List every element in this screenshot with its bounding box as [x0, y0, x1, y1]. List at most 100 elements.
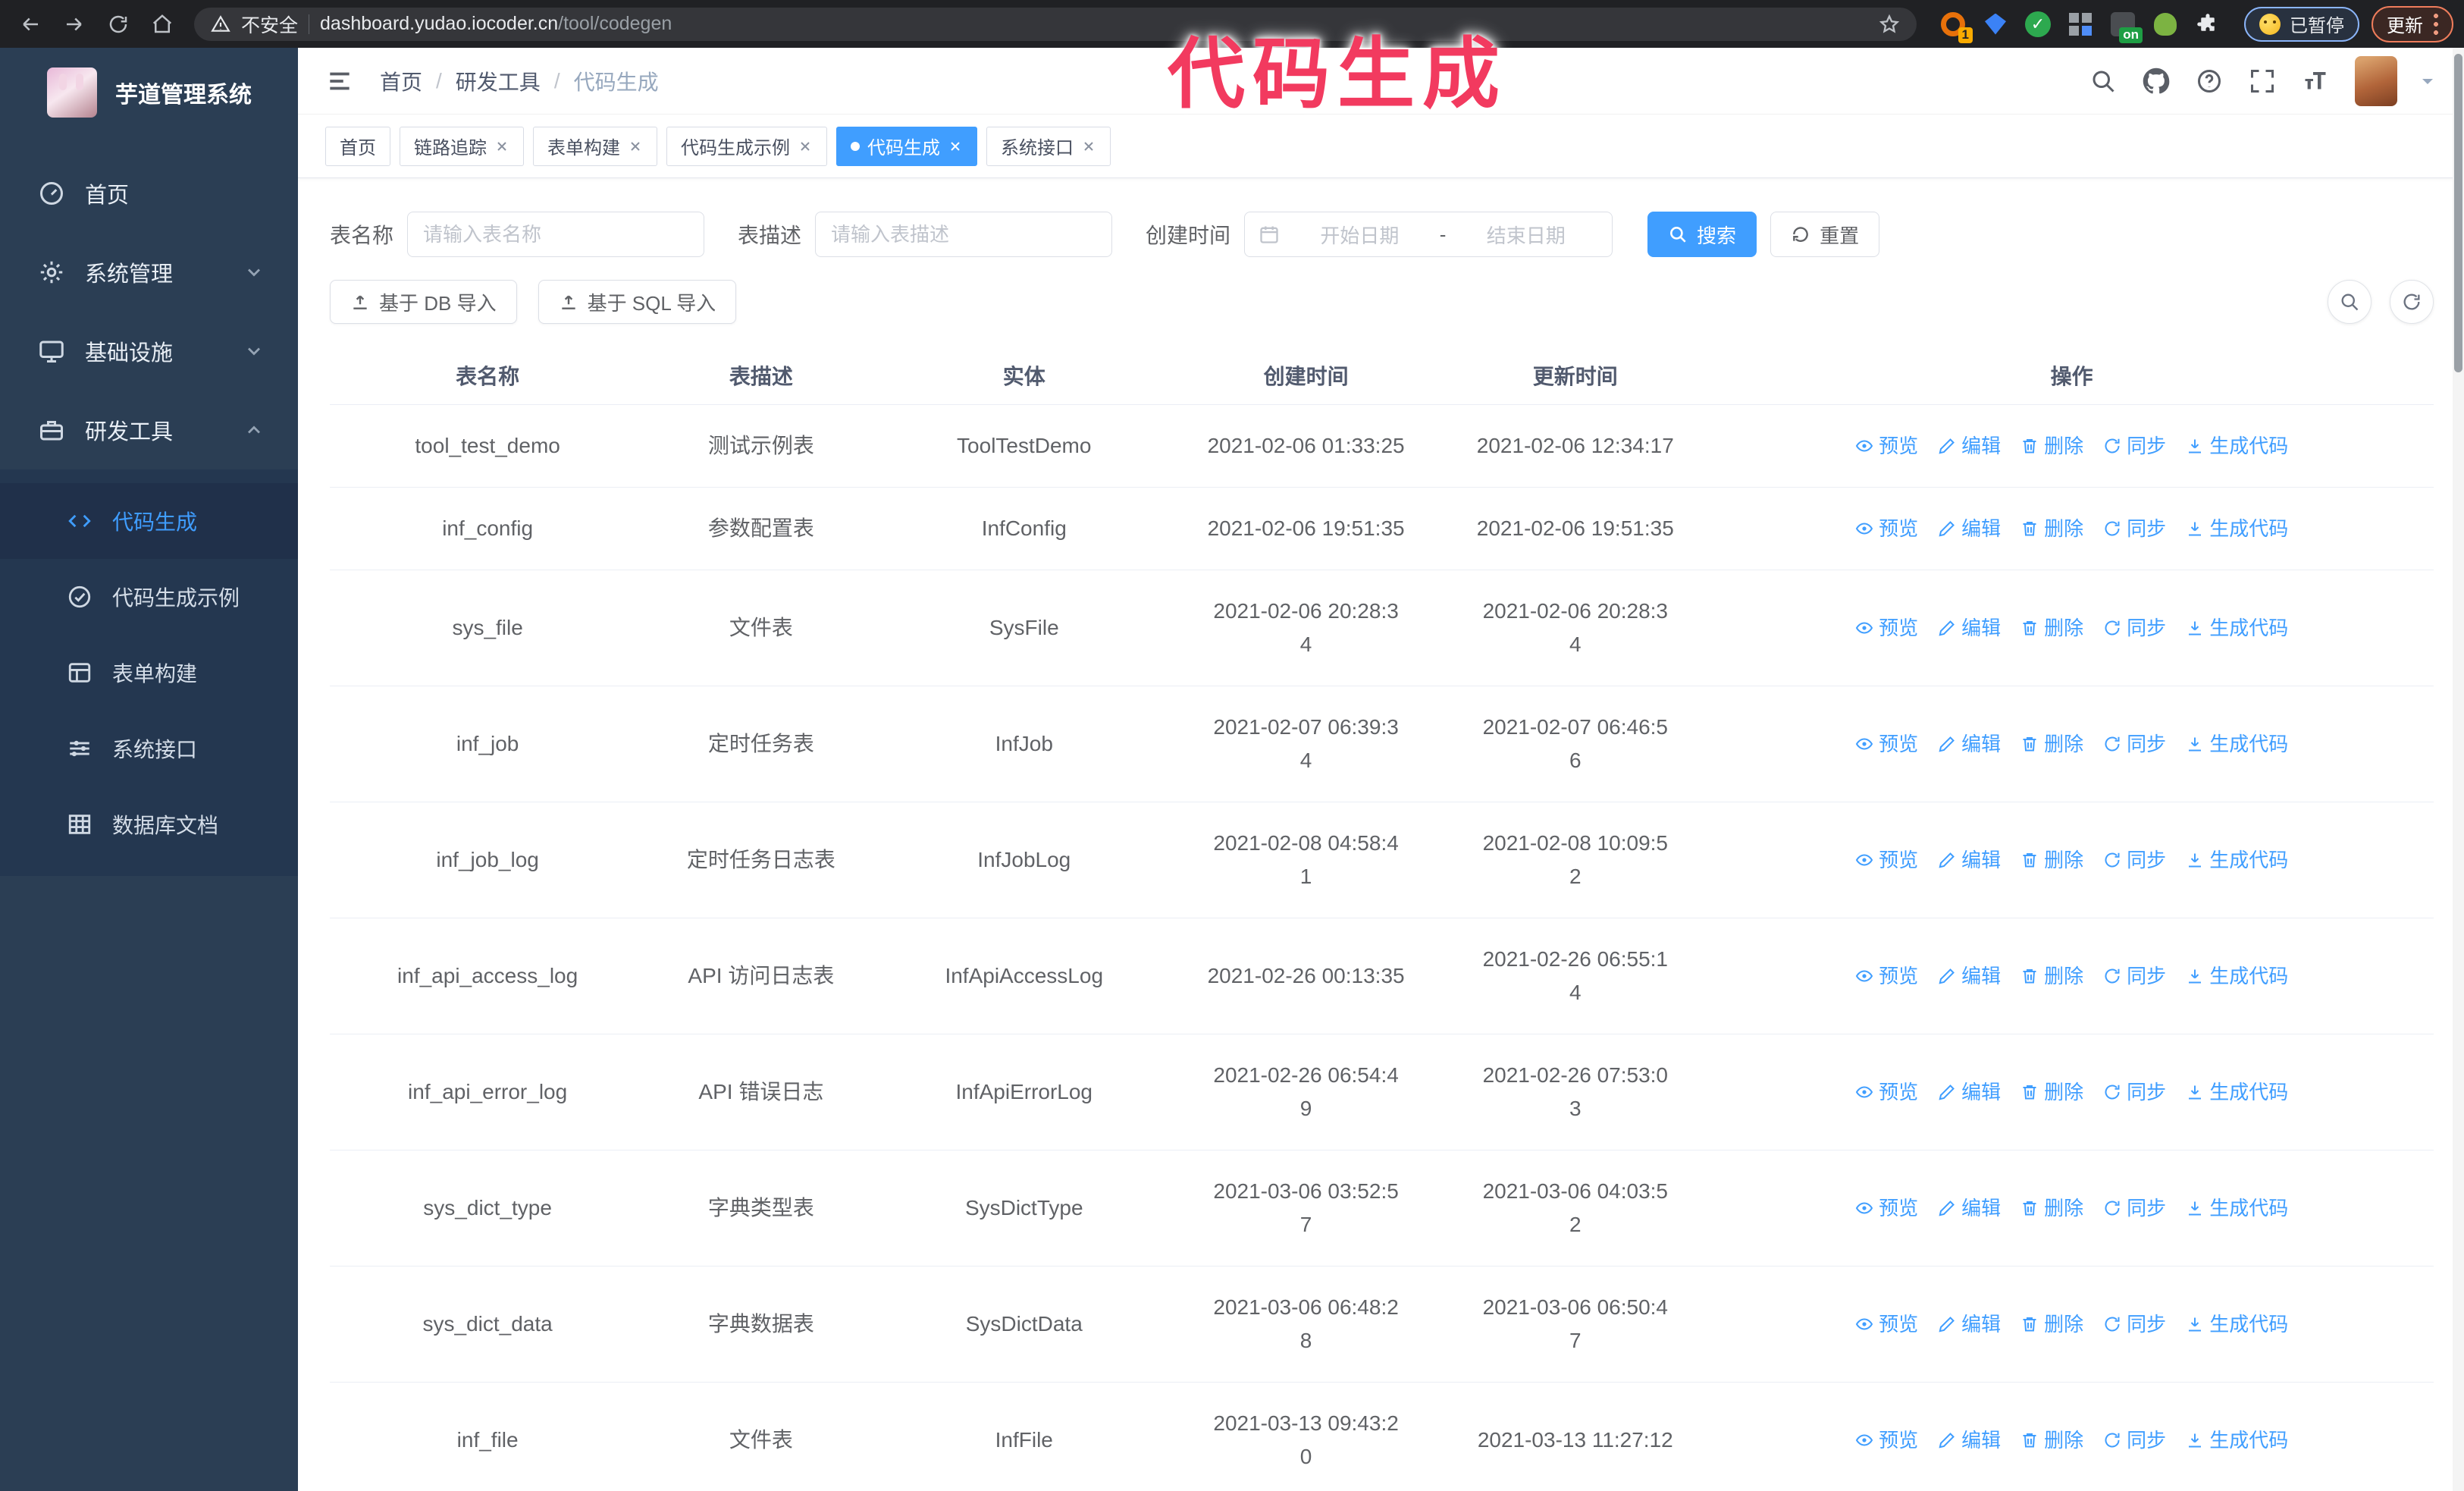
browser-profile-chip[interactable]: 已暂停 — [2244, 6, 2359, 42]
extension-dark-icon[interactable]: on — [2109, 11, 2143, 43]
action-sync[interactable]: 同步 — [2103, 959, 2166, 993]
tab-item[interactable]: 链路追踪 — [400, 126, 524, 166]
bookmark-star-icon[interactable] — [1879, 14, 1900, 35]
hamburger-icon[interactable] — [325, 67, 354, 96]
action-generate[interactable]: 生成代码 — [2186, 1191, 2288, 1225]
action-edit[interactable]: 编辑 — [1938, 429, 2001, 463]
action-sync[interactable]: 同步 — [2103, 1075, 2166, 1109]
close-icon[interactable] — [628, 139, 643, 154]
url-text[interactable]: dashboard.yudao.iocoder.cn/tool/codegen — [320, 13, 672, 35]
action-preview[interactable]: 预览 — [1855, 1424, 1918, 1457]
search-icon[interactable] — [2089, 67, 2117, 95]
action-generate[interactable]: 生成代码 — [2186, 727, 2288, 761]
import-sql-button[interactable]: 基于 SQL 导入 — [538, 280, 737, 324]
scrollbar-thumb[interactable] — [2454, 54, 2462, 372]
action-edit[interactable]: 编辑 — [1938, 512, 2001, 545]
action-preview[interactable]: 预览 — [1855, 429, 1918, 463]
extension-check-icon[interactable]: ✓ — [2024, 11, 2052, 38]
date-end-placeholder[interactable]: 结束日期 — [1453, 221, 1598, 249]
action-edit[interactable]: 编辑 — [1938, 727, 2001, 761]
action-delete[interactable]: 删除 — [2020, 727, 2083, 761]
date-range-picker[interactable]: 开始日期 - 结束日期 — [1244, 212, 1613, 257]
action-edit[interactable]: 编辑 — [1938, 611, 2001, 645]
avatar-caret-icon[interactable] — [2419, 72, 2437, 90]
action-delete[interactable]: 删除 — [2020, 512, 2083, 545]
action-sync[interactable]: 同步 — [2103, 512, 2166, 545]
github-icon[interactable] — [2143, 67, 2170, 95]
browser-back-button[interactable] — [11, 5, 50, 44]
action-preview[interactable]: 预览 — [1855, 512, 1918, 545]
sidebar-item-monitor[interactable]: 基础设施 — [0, 312, 298, 391]
table-name-input[interactable] — [407, 212, 705, 257]
page-scrollbar[interactable] — [2453, 48, 2464, 1491]
action-generate[interactable]: 生成代码 — [2186, 843, 2288, 877]
action-delete[interactable]: 删除 — [2020, 611, 2083, 645]
close-icon[interactable] — [494, 139, 509, 154]
font-size-icon[interactable] — [2302, 67, 2329, 95]
sidebar-subitem-code[interactable]: 代码生成 — [0, 483, 298, 559]
action-delete[interactable]: 删除 — [2020, 429, 2083, 463]
sidebar-subitem-sliders[interactable]: 系统接口 — [0, 711, 298, 786]
action-edit[interactable]: 编辑 — [1938, 959, 2001, 993]
action-sync[interactable]: 同步 — [2103, 1307, 2166, 1341]
address-bar[interactable]: 不安全 dashboard.yudao.iocoder.cn/tool/code… — [194, 7, 1917, 41]
refresh-table-button[interactable] — [2390, 280, 2434, 324]
security-label[interactable]: 不安全 — [241, 11, 298, 38]
action-sync[interactable]: 同步 — [2103, 1424, 2166, 1457]
close-icon[interactable] — [948, 139, 963, 154]
extension-android-icon[interactable] — [2152, 11, 2179, 38]
breadcrumb-item[interactable]: 研发工具 — [456, 66, 541, 96]
action-edit[interactable]: 编辑 — [1938, 843, 2001, 877]
close-icon[interactable] — [1081, 139, 1096, 154]
sidebar-subitem-db-table[interactable]: 数据库文档 — [0, 786, 298, 862]
action-preview[interactable]: 预览 — [1855, 959, 1918, 993]
action-generate[interactable]: 生成代码 — [2186, 1307, 2288, 1341]
tab-active[interactable]: 代码生成 — [836, 126, 977, 166]
date-start-placeholder[interactable]: 开始日期 — [1287, 221, 1432, 249]
sidebar-item-toolbox[interactable]: 研发工具 — [0, 391, 298, 469]
extension-grid-icon[interactable] — [2067, 11, 2094, 38]
tab-item[interactable]: 首页 — [325, 126, 390, 166]
search-button[interactable]: 搜索 — [1647, 212, 1757, 257]
action-sync[interactable]: 同步 — [2103, 611, 2166, 645]
tab-item[interactable]: 代码生成示例 — [666, 126, 827, 166]
import-db-button[interactable]: 基于 DB 导入 — [330, 280, 517, 324]
tab-item[interactable]: 系统接口 — [986, 126, 1111, 166]
action-sync[interactable]: 同步 — [2103, 429, 2166, 463]
fullscreen-icon[interactable] — [2249, 67, 2276, 95]
sidebar-item-dashboard[interactable]: 首页 — [0, 154, 298, 233]
action-edit[interactable]: 编辑 — [1938, 1424, 2001, 1457]
user-avatar[interactable] — [2355, 55, 2397, 106]
action-edit[interactable]: 编辑 — [1938, 1307, 2001, 1341]
extension-gem-icon[interactable] — [1982, 11, 2009, 38]
reset-button[interactable]: 重置 — [1770, 212, 1880, 257]
browser-home-button[interactable] — [143, 5, 182, 44]
action-preview[interactable]: 预览 — [1855, 1307, 1918, 1341]
sidebar-logo-row[interactable]: 芋道管理系统 — [0, 48, 298, 134]
tab-item[interactable]: 表单构建 — [533, 126, 657, 166]
toggle-search-button[interactable] — [2328, 280, 2372, 324]
browser-forward-button[interactable] — [55, 5, 94, 44]
action-sync[interactable]: 同步 — [2103, 1191, 2166, 1225]
action-delete[interactable]: 删除 — [2020, 1075, 2083, 1109]
action-preview[interactable]: 预览 — [1855, 1191, 1918, 1225]
action-generate[interactable]: 生成代码 — [2186, 1075, 2288, 1109]
action-generate[interactable]: 生成代码 — [2186, 429, 2288, 463]
sidebar-subitem-check-circle[interactable]: 代码生成示例 — [0, 559, 298, 635]
extensions-puzzle-icon[interactable] — [2194, 11, 2221, 38]
action-generate[interactable]: 生成代码 — [2186, 611, 2288, 645]
action-delete[interactable]: 删除 — [2020, 843, 2083, 877]
action-preview[interactable]: 预览 — [1855, 1075, 1918, 1109]
extension-orange-icon[interactable]: 1 — [1939, 11, 1973, 43]
table-desc-input[interactable] — [815, 212, 1113, 257]
help-icon[interactable] — [2196, 67, 2223, 95]
action-sync[interactable]: 同步 — [2103, 727, 2166, 761]
action-generate[interactable]: 生成代码 — [2186, 1424, 2288, 1457]
action-generate[interactable]: 生成代码 — [2186, 959, 2288, 993]
sidebar-subitem-form[interactable]: 表单构建 — [0, 635, 298, 711]
action-delete[interactable]: 删除 — [2020, 1307, 2083, 1341]
action-sync[interactable]: 同步 — [2103, 843, 2166, 877]
action-delete[interactable]: 删除 — [2020, 1191, 2083, 1225]
action-preview[interactable]: 预览 — [1855, 843, 1918, 877]
browser-reload-button[interactable] — [99, 5, 138, 44]
